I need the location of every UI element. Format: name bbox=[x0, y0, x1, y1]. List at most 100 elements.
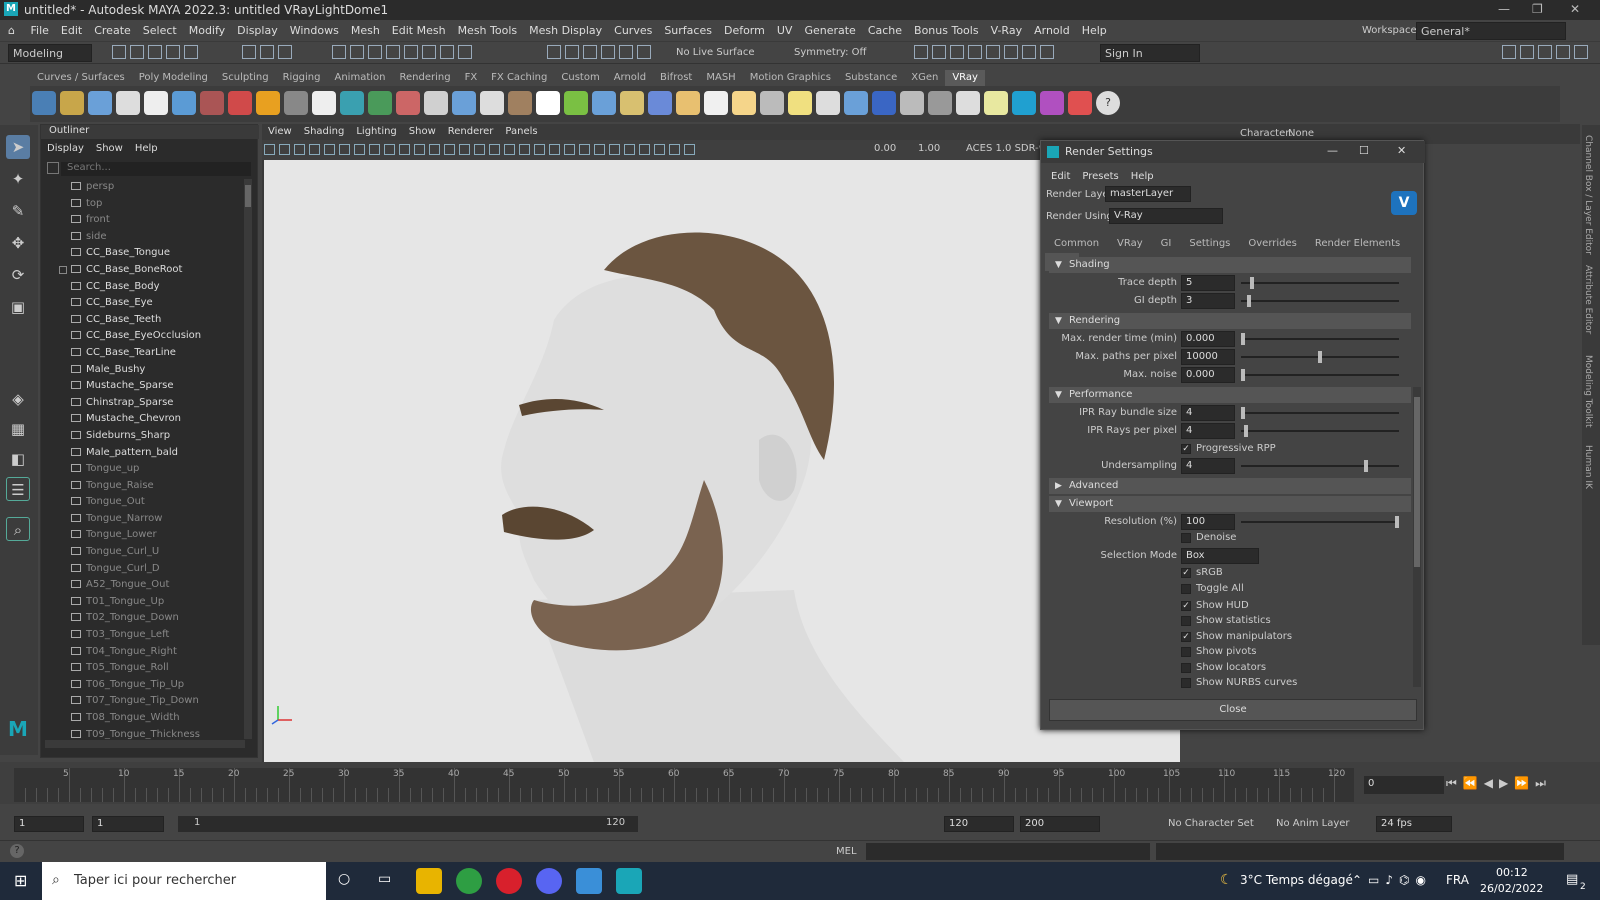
menu-edit-mesh[interactable]: Edit Mesh bbox=[386, 20, 452, 42]
rays-per-pixel-field[interactable]: 4 bbox=[1181, 423, 1235, 439]
shelf-tab-substance[interactable]: Substance bbox=[838, 70, 904, 86]
outliner-item[interactable]: Tongue_Raise bbox=[41, 478, 241, 495]
side-tab-2[interactable]: Modeling Toolkit bbox=[1583, 355, 1593, 428]
fps-dropdown[interactable]: 24 fps bbox=[1376, 816, 1452, 832]
shelf-tab-rigging[interactable]: Rigging bbox=[276, 70, 328, 86]
shelf-tab-mash[interactable]: MASH bbox=[699, 70, 742, 86]
rs-menu-presets[interactable]: Presets bbox=[1076, 171, 1124, 182]
outliner-item[interactable]: front bbox=[41, 212, 241, 229]
selection-mode-dropdown[interactable]: Box bbox=[1181, 548, 1259, 564]
outliner-menu-help[interactable]: Help bbox=[129, 143, 164, 154]
maximize-button[interactable]: ❐ bbox=[1532, 2, 1543, 16]
outliner-hscrollbar[interactable] bbox=[45, 740, 245, 748]
menu-arnold[interactable]: Arnold bbox=[1028, 20, 1076, 42]
outliner-item[interactable]: CC_Base_BoneRoot bbox=[41, 262, 241, 279]
render-view-icon[interactable] bbox=[914, 45, 928, 59]
2d-pan-icon[interactable] bbox=[324, 144, 335, 155]
film-gate-icon[interactable] bbox=[369, 144, 380, 155]
vray-checker-icon[interactable] bbox=[900, 91, 924, 115]
max-paths-field[interactable]: 10000 bbox=[1181, 349, 1235, 365]
section-shading[interactable]: ▼ Shading bbox=[1049, 257, 1411, 273]
vray-sky-icon[interactable] bbox=[536, 91, 560, 115]
show-locators-checkbox[interactable] bbox=[1181, 663, 1191, 673]
vray-displacement-icon[interactable] bbox=[508, 91, 532, 115]
max-noise-field[interactable]: 0.000 bbox=[1181, 367, 1235, 383]
layout-4-icon[interactable] bbox=[1556, 45, 1570, 59]
menu-modify[interactable]: Modify bbox=[183, 20, 231, 42]
outliner-item[interactable]: top bbox=[41, 196, 241, 213]
windows-start-icon[interactable]: ⊞ bbox=[14, 871, 27, 890]
grid-icon[interactable] bbox=[354, 144, 365, 155]
vray-decal-icon[interactable] bbox=[396, 91, 420, 115]
save-scene-icon[interactable] bbox=[148, 45, 162, 59]
language-indicator[interactable]: FRA bbox=[1446, 873, 1469, 887]
max-noise-slider[interactable] bbox=[1241, 369, 1245, 381]
show-statistics-checkbox[interactable] bbox=[1181, 616, 1191, 626]
vray-proxy-icon[interactable] bbox=[284, 91, 308, 115]
undersampling-slider[interactable] bbox=[1364, 460, 1368, 472]
isolate-select-icon[interactable] bbox=[609, 144, 620, 155]
rs-scrollbar[interactable] bbox=[1413, 387, 1421, 687]
four-view-icon[interactable]: ▦ bbox=[6, 417, 30, 441]
undersampling-field[interactable]: 4 bbox=[1181, 458, 1235, 474]
search-icon[interactable]: ⌕ bbox=[6, 517, 30, 541]
menu-select[interactable]: Select bbox=[137, 20, 183, 42]
tab-overrides[interactable]: Overrides bbox=[1239, 235, 1305, 253]
pause-icon[interactable] bbox=[1040, 45, 1054, 59]
side-tab-3[interactable]: Human IK bbox=[1583, 445, 1593, 489]
menu-mesh-display[interactable]: Mesh Display bbox=[523, 20, 608, 42]
notification-icon[interactable]: ▤ bbox=[1566, 872, 1578, 887]
help-icon[interactable]: ? bbox=[10, 844, 24, 858]
grease-pencil-icon[interactable] bbox=[339, 144, 350, 155]
scale-tool-icon[interactable]: ▣ bbox=[6, 295, 30, 319]
outliner-item[interactable]: Mustache_Chevron bbox=[41, 411, 241, 428]
playback-start-field[interactable]: 1 bbox=[92, 816, 164, 832]
vray-light-dome-icon[interactable] bbox=[88, 91, 112, 115]
x-ray-joints-icon[interactable] bbox=[639, 144, 650, 155]
two-view-icon[interactable]: ◧ bbox=[6, 447, 30, 471]
vray-ipr-icon[interactable] bbox=[1004, 45, 1018, 59]
vray-toon-icon[interactable] bbox=[480, 91, 504, 115]
srgb-checkbox[interactable]: ✓ bbox=[1181, 568, 1191, 578]
rays-per-pixel-slider[interactable] bbox=[1244, 425, 1248, 437]
layout-1-icon[interactable] bbox=[1502, 45, 1516, 59]
gate-mask-icon[interactable] bbox=[399, 144, 410, 155]
lasso-5-icon[interactable] bbox=[619, 45, 633, 59]
vray-light-ies-icon[interactable] bbox=[116, 91, 140, 115]
vray-stop-icon[interactable] bbox=[1022, 45, 1036, 59]
outliner-item[interactable]: A52_Tongue_Out bbox=[41, 577, 241, 594]
outliner-item[interactable]: Tongue_Narrow bbox=[41, 511, 241, 528]
field-chart-icon[interactable] bbox=[414, 144, 425, 155]
discord-icon[interactable] bbox=[536, 868, 562, 894]
tab-gi[interactable]: GI bbox=[1152, 235, 1181, 253]
outliner-item[interactable]: T02_Tongue_Down bbox=[41, 610, 241, 627]
exposure-icon[interactable] bbox=[669, 144, 680, 155]
tab-render-elements[interactable]: Render Elements bbox=[1306, 235, 1409, 253]
outliner-item[interactable]: Tongue_Curl_D bbox=[41, 561, 241, 578]
select-component-icon[interactable] bbox=[278, 45, 292, 59]
section-advanced[interactable]: ▶ Advanced bbox=[1049, 478, 1411, 494]
single-view-icon[interactable]: ◈ bbox=[6, 387, 30, 411]
menu-deform[interactable]: Deform bbox=[718, 20, 771, 42]
vray-cosmos-browser-icon[interactable] bbox=[1040, 91, 1064, 115]
rs-menu-help[interactable]: Help bbox=[1125, 171, 1160, 182]
max-render-time-slider[interactable] bbox=[1241, 333, 1245, 345]
move-tool-icon[interactable]: ✥ bbox=[6, 231, 30, 255]
shelf-tab-xgen[interactable]: XGen bbox=[904, 70, 945, 86]
layout-3-icon[interactable] bbox=[1538, 45, 1552, 59]
resolution-gate-icon[interactable] bbox=[384, 144, 395, 155]
outliner-item[interactable]: CC_Base_Teeth bbox=[41, 312, 241, 329]
outliner-item[interactable]: T01_Tongue_Up bbox=[41, 594, 241, 611]
cortana-icon[interactable]: ○ bbox=[338, 871, 350, 887]
outliner-search-input[interactable]: Search... bbox=[61, 162, 251, 176]
outliner-scrollbar[interactable] bbox=[244, 179, 252, 739]
outliner-item[interactable]: Tongue_Out bbox=[41, 494, 241, 511]
weather-text[interactable]: 3°C Temps dégagé bbox=[1240, 873, 1353, 887]
filter-icon[interactable] bbox=[47, 162, 59, 174]
snap-view-icon[interactable] bbox=[422, 45, 436, 59]
shelf-tab-sculpting[interactable]: Sculpting bbox=[215, 70, 276, 86]
anim-layer-dropdown[interactable]: No Anim Layer bbox=[1276, 818, 1350, 829]
vray-light-mesh-icon[interactable] bbox=[144, 91, 168, 115]
menu-v-ray[interactable]: V-Ray bbox=[985, 20, 1029, 42]
vray-physical-camera-icon[interactable] bbox=[228, 91, 252, 115]
